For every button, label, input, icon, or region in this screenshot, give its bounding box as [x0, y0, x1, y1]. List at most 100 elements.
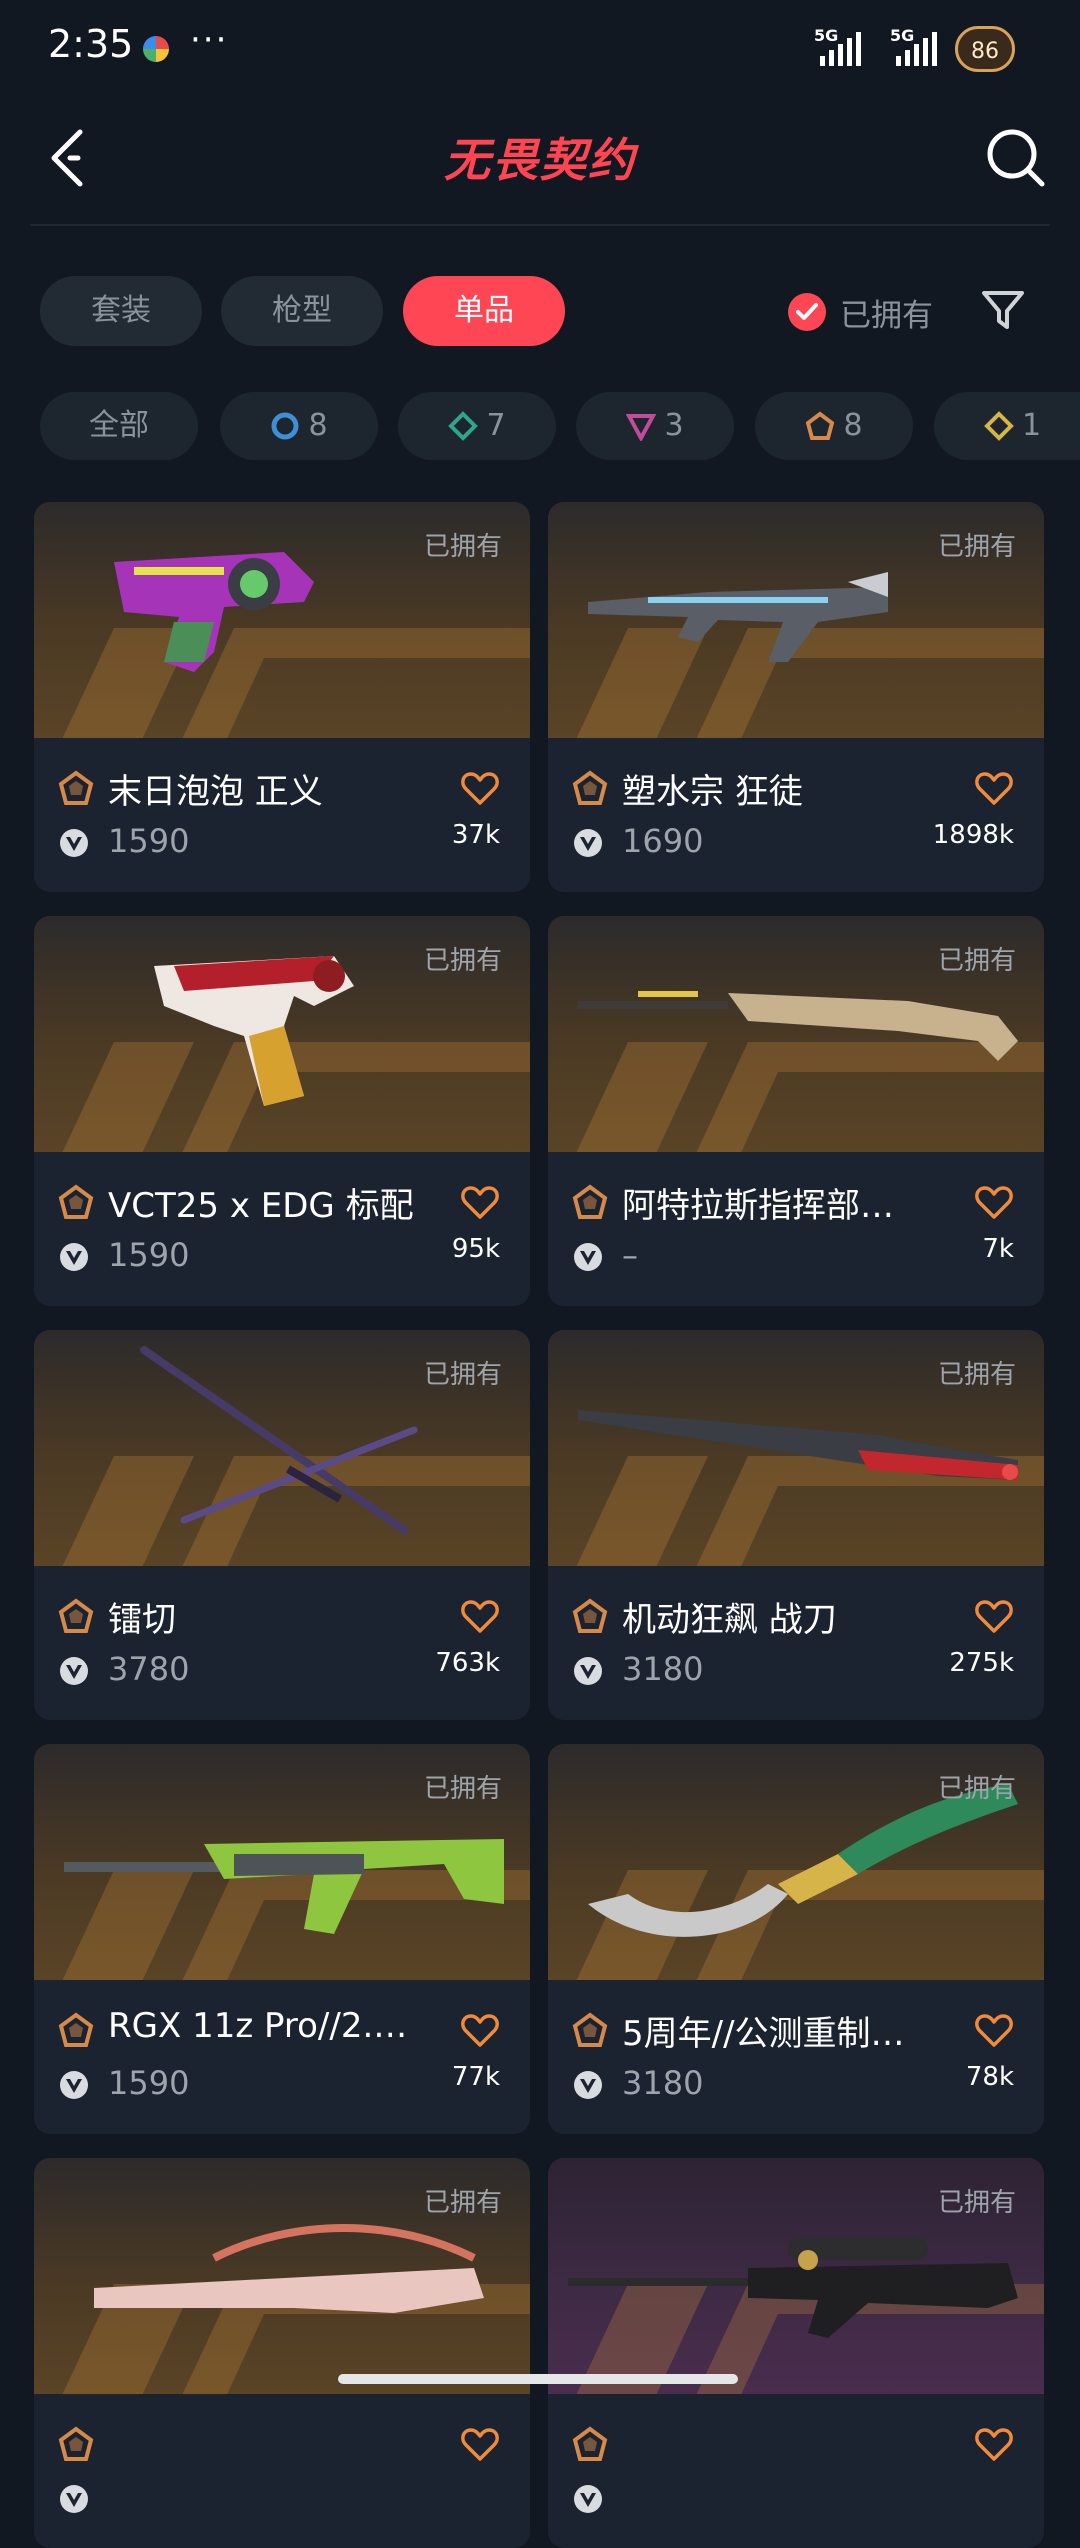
item-likes: 7k	[982, 1234, 1014, 1264]
item-price: 1590	[108, 822, 190, 860]
tab-single-items[interactable]: 单品	[403, 276, 565, 346]
item-likes: 1898k	[932, 820, 1014, 850]
chip-all[interactable]: 全部	[40, 392, 198, 460]
item-card[interactable]: 已拥有 塑水宗 狂徒 1690 1898k	[548, 502, 1044, 892]
tab-bundles[interactable]: 套装	[40, 276, 202, 346]
item-likes: 77k	[451, 2062, 500, 2092]
owned-badge: 已拥有	[423, 946, 502, 976]
pentagon-tier-icon	[806, 411, 835, 440]
item-price: 3780	[108, 1650, 190, 1688]
item-card[interactable]: 已拥有	[34, 2158, 530, 2548]
owned-badge: 已拥有	[937, 946, 1016, 976]
ring-tier-icon	[271, 412, 299, 440]
valorant-points-icon	[574, 829, 602, 857]
chip-count: 7	[486, 408, 506, 443]
favorite-heart-icon[interactable]	[974, 1596, 1014, 1636]
owned-badge: 已拥有	[423, 1360, 502, 1390]
item-name: RGX 11z Pro//2.…	[108, 2006, 408, 2046]
item-image: 已拥有	[34, 2158, 530, 2394]
item-price: 3180	[622, 2064, 704, 2102]
home-indicator[interactable]	[338, 2374, 738, 2384]
item-likes: 78k	[965, 2062, 1014, 2092]
item-card[interactable]: 已拥有	[548, 2158, 1044, 2548]
item-card[interactable]: 已拥有 VCT25 x EDG 标配 1590 95k	[34, 916, 530, 1306]
item-name: 末日泡泡 正义	[108, 772, 323, 812]
search-button[interactable]	[980, 122, 1050, 192]
item-price: 1590	[108, 1236, 190, 1274]
header-divider	[30, 224, 1050, 226]
owned-badge: 已拥有	[423, 532, 502, 562]
owned-filter-toggle[interactable]: 已拥有	[788, 290, 933, 334]
item-likes: 763k	[435, 1648, 500, 1678]
owned-badge: 已拥有	[937, 1774, 1016, 1804]
favorite-heart-icon[interactable]	[460, 1596, 500, 1636]
pentagon-tier-icon	[572, 1598, 608, 1633]
item-image: 已拥有	[34, 1744, 530, 1980]
item-card[interactable]: 已拥有 机动狂飙 战刀 3180 275k	[548, 1330, 1044, 1720]
favorite-heart-icon[interactable]	[460, 2010, 500, 2050]
item-card[interactable]: 已拥有 RGX 11z Pro//2.… 1590 77k	[34, 1744, 530, 2134]
valorant-points-icon	[60, 829, 88, 857]
item-price: 1690	[622, 822, 704, 860]
item-name: 阿特拉斯指挥部…	[622, 1186, 894, 1226]
chip-tier-select[interactable]: 8	[220, 392, 378, 460]
owned-filter-label: 已拥有	[840, 297, 933, 334]
item-name: VCT25 x EDG 标配	[108, 1186, 414, 1226]
pentagon-tier-icon	[58, 2426, 94, 2461]
valorant-points-icon	[60, 2071, 88, 2099]
filter-funnel-icon	[982, 291, 1024, 329]
item-image: 已拥有	[548, 1744, 1044, 1980]
more-notifications-icon: ···	[190, 20, 229, 60]
valorant-points-icon	[574, 1657, 602, 1685]
favorite-heart-icon[interactable]	[460, 1182, 500, 1222]
pentagon-tier-icon	[572, 2426, 608, 2461]
favorite-heart-icon[interactable]	[974, 2424, 1014, 2464]
favorite-heart-icon[interactable]	[974, 1182, 1014, 1222]
chip-count: 8	[308, 408, 328, 443]
pentagon-tier-icon	[58, 1598, 94, 1633]
owned-badge: 已拥有	[937, 1360, 1016, 1390]
chip-count: 8	[843, 408, 863, 443]
signal-2-icon: 5G	[890, 26, 937, 66]
item-name: 镭切	[108, 1600, 176, 1640]
app-notification-icon	[143, 36, 169, 62]
item-price: 1590	[108, 2064, 190, 2102]
signal-1-icon: 5G	[814, 26, 861, 66]
item-image: 已拥有	[34, 916, 530, 1152]
chip-tier-deluxe[interactable]: 7	[398, 392, 556, 460]
pentagon-tier-icon	[58, 770, 94, 805]
item-name: 机动狂飙 战刀	[622, 1600, 837, 1640]
tab-weapon-types[interactable]: 枪型	[221, 276, 383, 346]
valorant-points-icon	[574, 2485, 602, 2513]
filter-button[interactable]	[978, 285, 1028, 335]
valorant-points-icon	[574, 1243, 602, 1271]
rhombus-tier-icon	[984, 411, 1014, 441]
item-card[interactable]: 已拥有 阿特拉斯指挥部… – 7k	[548, 916, 1044, 1306]
item-card[interactable]: 已拥有 5周年//公测重制… 3180 78k	[548, 1744, 1044, 2134]
owned-badge: 已拥有	[937, 2188, 1016, 2218]
item-likes: 37k	[451, 820, 500, 850]
valorant-points-icon	[60, 1657, 88, 1685]
favorite-heart-icon[interactable]	[974, 768, 1014, 808]
valorant-points-icon	[60, 2485, 88, 2513]
pentagon-tier-icon	[58, 2012, 94, 2047]
item-image: 已拥有	[34, 502, 530, 738]
chip-tier-exclusive[interactable]: 8	[755, 392, 913, 460]
favorite-heart-icon[interactable]	[974, 2010, 1014, 2050]
triangle-tier-icon	[626, 414, 657, 441]
item-card[interactable]: 已拥有镭切 3780 763k	[34, 1330, 530, 1720]
status-time: 2:35	[48, 22, 134, 66]
item-image: 已拥有	[34, 1330, 530, 1566]
favorite-heart-icon[interactable]	[460, 2424, 500, 2464]
battery-indicator: 86	[955, 26, 1015, 72]
item-card[interactable]: 已拥有末日泡泡 正义 1590 37k	[34, 502, 530, 892]
top-app-bar: 无畏契约	[0, 100, 1080, 225]
item-image: 已拥有	[548, 1330, 1044, 1566]
chip-tier-ultra[interactable]: 1	[934, 392, 1080, 460]
item-name: 塑水宗 狂徒	[622, 772, 803, 812]
pentagon-tier-icon	[58, 1184, 94, 1219]
owned-badge: 已拥有	[423, 2188, 502, 2218]
favorite-heart-icon[interactable]	[460, 768, 500, 808]
chip-tier-premium[interactable]: 3	[576, 392, 734, 460]
item-image: 已拥有	[548, 916, 1044, 1152]
